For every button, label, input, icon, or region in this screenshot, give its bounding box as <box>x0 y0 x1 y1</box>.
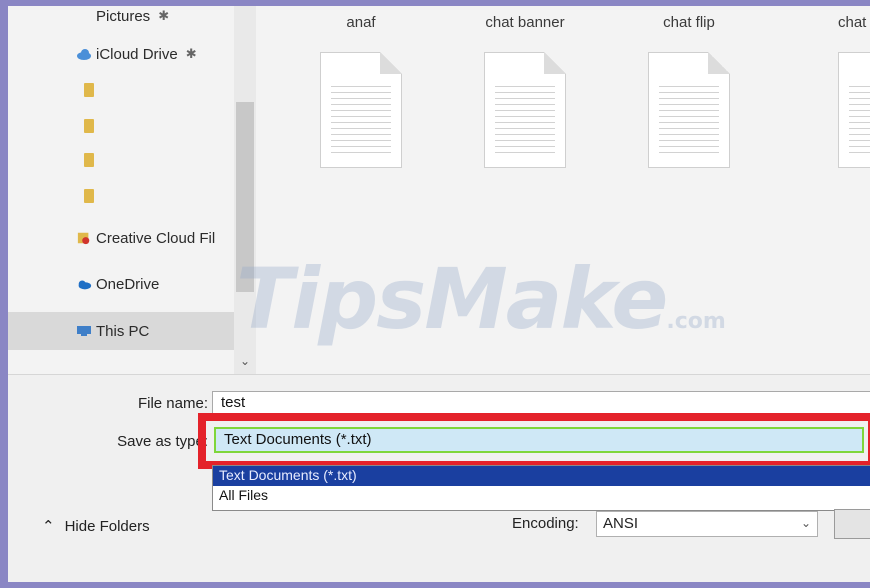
savetype-dropdown: Text Documents (*.txt) All Files <box>212 465 870 511</box>
text-document-icon <box>648 52 730 168</box>
save-as-dialog: Pictures ✱ iCloud Drive ✱ Creative Cloud… <box>8 6 870 582</box>
hide-folders-label: Hide Folders <box>64 517 150 535</box>
folder-icon <box>84 153 94 167</box>
sidebar-item-onedrive[interactable]: OneDrive <box>8 266 238 302</box>
onedrive-icon <box>78 280 92 290</box>
sidebar-item-folder-2[interactable] <box>8 108 238 144</box>
sidebar-item-folder-4[interactable] <box>8 178 238 214</box>
sidebar-item-this-pc[interactable]: This PC <box>8 312 238 350</box>
save-options-panel: File name: test Save as type: Text Docum… <box>8 374 870 582</box>
sidebar-item-label: iCloud Drive <box>96 45 178 63</box>
file-name: chat flip <box>663 14 715 31</box>
file-item[interactable]: chat banner <box>460 14 590 168</box>
chevron-down-icon[interactable]: ⌄ <box>236 352 254 370</box>
encoding-value: ANSI <box>603 515 639 532</box>
hide-folders-button[interactable]: ⌃ Hide Folders <box>42 517 150 536</box>
filename-label: File name: <box>137 395 208 412</box>
sidebar-item-icloud-drive[interactable]: iCloud Drive ✱ <box>8 36 238 72</box>
sidebar-item-label: OneDrive <box>96 275 160 293</box>
file-name: chat banner <box>485 14 565 31</box>
save-button[interactable] <box>834 509 870 539</box>
encoding-select[interactable]: ANSI ⌄ <box>596 511 818 537</box>
creative-cloud-icon <box>77 232 90 245</box>
file-item[interactable]: chat <box>788 14 870 168</box>
file-name: chat <box>838 14 867 31</box>
dropdown-option-all-files[interactable]: All Files <box>213 486 870 506</box>
text-document-icon <box>484 52 566 168</box>
folder-icon <box>84 83 94 97</box>
cloud-icon <box>77 49 91 60</box>
folder-icon <box>84 119 94 133</box>
chevron-down-icon: ⌄ <box>800 516 811 530</box>
encoding-label: Encoding: <box>512 515 579 532</box>
sidebar-item-label: Creative Cloud Fil <box>96 229 216 247</box>
sidebar-scrollbar[interactable]: ⌄ <box>234 6 256 374</box>
file-name: anaf <box>346 14 376 31</box>
file-list: anaf chat banner chat flip chat <box>256 6 870 374</box>
computer-icon <box>77 326 91 336</box>
folder-icon <box>84 189 94 203</box>
file-item[interactable]: chat flip <box>624 14 754 168</box>
pin-icon: ✱ <box>158 8 170 23</box>
navigation-pane: Pictures ✱ iCloud Drive ✱ Creative Cloud… <box>8 6 256 374</box>
text-document-icon <box>838 52 870 168</box>
sidebar-item-folder-3[interactable] <box>8 142 238 178</box>
file-item[interactable]: anaf <box>296 14 426 168</box>
dropdown-option-text-documents[interactable]: Text Documents (*.txt) <box>213 466 870 486</box>
sidebar-item-label: Pictures <box>96 7 151 25</box>
text-document-icon <box>320 52 402 168</box>
savetype-label: Save as type: <box>117 433 208 450</box>
sidebar-item-creative-cloud[interactable]: Creative Cloud Fil <box>8 220 238 256</box>
sidebar-item-folder-1[interactable] <box>8 72 238 108</box>
sidebar-item-label: This PC <box>96 322 150 340</box>
chevron-up-icon: ⌃ <box>42 518 55 535</box>
sidebar-item-pictures[interactable]: Pictures ✱ <box>8 6 238 34</box>
scroll-thumb[interactable] <box>236 102 254 292</box>
savetype-select[interactable]: Text Documents (*.txt) <box>214 427 864 453</box>
pin-icon: ✱ <box>185 46 197 61</box>
